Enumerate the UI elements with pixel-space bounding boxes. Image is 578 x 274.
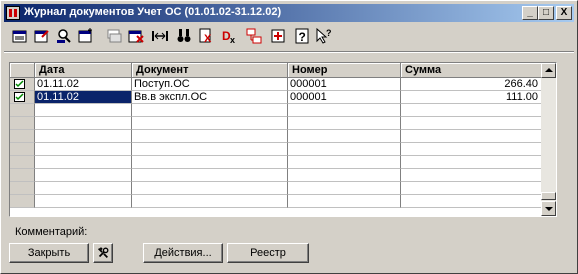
- table-row-selected[interactable]: 01.11.02 Вв.в экспл.ОС 000001 111.00: [10, 91, 543, 104]
- delete-icon[interactable]: [127, 27, 145, 45]
- document-posted-icon: [14, 79, 25, 89]
- tools-icon: [98, 247, 109, 258]
- scroll-thumb[interactable]: [541, 192, 556, 200]
- window-title: Журнал документов Учет ОС (01.01.02-31.1…: [24, 6, 282, 18]
- scroll-down-button[interactable]: [541, 201, 556, 216]
- help-icon[interactable]: ?: [293, 27, 311, 45]
- close-button[interactable]: X: [556, 6, 572, 20]
- toolbar: X Dx ? ?: [7, 25, 573, 49]
- post-icon[interactable]: X: [197, 27, 215, 45]
- move-icon[interactable]: [269, 27, 287, 45]
- cell-number: 000001: [288, 91, 401, 104]
- header-marker-column: [10, 63, 35, 78]
- settings-button[interactable]: [93, 243, 113, 263]
- column-header-number[interactable]: Номер: [288, 63, 401, 78]
- cell-date: 01.11.02: [35, 91, 132, 104]
- copy-doc-icon[interactable]: [33, 27, 51, 45]
- table-row[interactable]: 01.11.02 Поступ.ОС 000001 266.40: [10, 78, 543, 91]
- scroll-up-button[interactable]: [541, 63, 556, 78]
- cell-document: Поступ.ОС: [132, 78, 288, 91]
- cell-sum: 111.00: [401, 91, 543, 104]
- document-posted-icon: [14, 92, 25, 102]
- title-bar[interactable]: Журнал документов Учет ОС (01.01.02-31.1…: [4, 4, 574, 22]
- print-icon[interactable]: [105, 27, 123, 45]
- document-journal-window: Журнал документов Учет ОС (01.01.02-31.1…: [0, 0, 578, 274]
- cell-date: 01.11.02: [35, 78, 132, 91]
- subordinate-icon[interactable]: [245, 27, 263, 45]
- unpost-icon[interactable]: Dx: [221, 27, 239, 45]
- close-journal-button[interactable]: Закрыть: [9, 243, 89, 263]
- cell-document: Вв.в экспл.ОС: [132, 91, 288, 104]
- find-icon[interactable]: [55, 27, 73, 45]
- row-marker: [10, 91, 35, 104]
- vertical-scrollbar[interactable]: [541, 63, 556, 216]
- app-icon: [6, 6, 20, 20]
- column-header-sum[interactable]: Сумма: [401, 63, 543, 78]
- arrow-up-icon: [545, 68, 553, 72]
- new-doc-icon[interactable]: [11, 27, 29, 45]
- cell-sum: 266.40: [401, 78, 543, 91]
- row-marker: [10, 78, 35, 91]
- documents-table[interactable]: Дата Документ Номер Сумма 01.11.02 Посту…: [9, 62, 557, 217]
- new-line-icon[interactable]: [77, 27, 95, 45]
- svg-text:X: X: [204, 33, 212, 45]
- minimize-button[interactable]: _: [522, 6, 538, 20]
- column-header-date[interactable]: Дата: [35, 63, 132, 78]
- column-header-document[interactable]: Документ: [132, 63, 288, 78]
- svg-text:?: ?: [299, 30, 306, 44]
- toolbar-separator: [4, 51, 574, 53]
- actions-button[interactable]: Действия...: [143, 243, 223, 263]
- comment-label: Комментарий:: [15, 226, 88, 238]
- arrow-down-icon: [545, 207, 553, 211]
- cell-number: 000001: [288, 78, 401, 91]
- svg-text:?: ?: [326, 28, 332, 38]
- interval-icon[interactable]: [151, 27, 169, 45]
- svg-text:x: x: [230, 35, 235, 45]
- filter-icon[interactable]: [175, 27, 193, 45]
- registry-button[interactable]: Реестр: [227, 243, 309, 263]
- maximize-button[interactable]: □: [538, 6, 554, 20]
- context-help-icon[interactable]: ?: [315, 27, 333, 45]
